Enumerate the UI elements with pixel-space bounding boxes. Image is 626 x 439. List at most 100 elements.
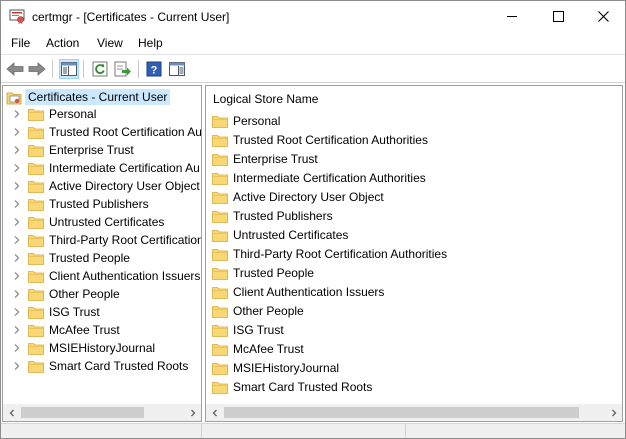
tree-item[interactable]: Trusted Publishers bbox=[3, 195, 149, 213]
scroll-left-button[interactable] bbox=[206, 404, 223, 421]
list-item[interactable]: McAfee Trust bbox=[212, 340, 304, 358]
chevron-right-icon[interactable] bbox=[12, 235, 22, 245]
results-pane[interactable]: Logical Store Name Personal Trusted Root … bbox=[205, 85, 623, 422]
tree-item[interactable]: Personal bbox=[3, 105, 96, 123]
folder-icon bbox=[212, 210, 228, 223]
chevron-right-icon[interactable] bbox=[12, 307, 22, 317]
scroll-right-button[interactable] bbox=[605, 404, 622, 421]
menu-help[interactable]: Help bbox=[138, 36, 163, 50]
status-segment bbox=[405, 424, 625, 438]
chevron-right-icon[interactable] bbox=[12, 163, 22, 173]
list-item[interactable]: Untrusted Certificates bbox=[212, 226, 348, 244]
scroll-right-button[interactable] bbox=[184, 404, 201, 421]
menu-action[interactable]: Action bbox=[46, 36, 79, 50]
chevron-right-icon[interactable] bbox=[12, 253, 22, 263]
svg-text:?: ? bbox=[151, 65, 158, 77]
tree-item[interactable]: Active Directory User Object bbox=[3, 177, 200, 195]
folder-icon bbox=[212, 172, 228, 185]
list-item[interactable]: Personal bbox=[212, 112, 280, 130]
list-item[interactable]: ISG Trust bbox=[212, 321, 284, 339]
tree-item[interactable]: Trusted People bbox=[3, 249, 130, 267]
list-item[interactable]: MSIEHistoryJournal bbox=[212, 359, 339, 377]
show-hide-console-tree-button[interactable] bbox=[59, 59, 79, 79]
list-item-label: ISG Trust bbox=[233, 323, 284, 337]
tree-item[interactable]: MSIEHistoryJournal bbox=[3, 339, 155, 357]
help-button[interactable]: ? bbox=[144, 59, 164, 79]
folder-icon bbox=[212, 381, 228, 394]
list-item[interactable]: Trusted People bbox=[212, 264, 314, 282]
tree-item[interactable]: Other People bbox=[3, 285, 120, 303]
folder-icon bbox=[28, 198, 44, 211]
folder-icon bbox=[28, 324, 44, 337]
menu-view[interactable]: View bbox=[97, 36, 123, 50]
tree-item[interactable]: McAfee Trust bbox=[3, 321, 120, 339]
chevron-right-icon[interactable] bbox=[12, 361, 22, 371]
list-item[interactable]: Smart Card Trusted Roots bbox=[212, 378, 372, 396]
list-item[interactable]: Client Authentication Issuers bbox=[212, 283, 384, 301]
tree-item[interactable]: Smart Card Trusted Roots bbox=[3, 357, 188, 375]
window-title: certmgr - [Certificates - Current User] bbox=[32, 10, 230, 24]
folder-icon bbox=[28, 144, 44, 157]
forward-button[interactable] bbox=[27, 59, 47, 79]
list-item[interactable]: Intermediate Certification Authorities bbox=[212, 169, 426, 187]
list-item[interactable]: Third-Party Root Certification Authoriti… bbox=[212, 245, 447, 263]
chevron-right-icon[interactable] bbox=[12, 289, 22, 299]
folder-icon bbox=[212, 267, 228, 280]
list-item[interactable]: Trusted Root Certification Authorities bbox=[212, 131, 428, 149]
close-button[interactable] bbox=[580, 1, 625, 32]
folder-icon bbox=[212, 305, 228, 318]
console-tree-pane[interactable]: Certificates - Current User Personal Trus… bbox=[2, 85, 202, 422]
export-list-button[interactable] bbox=[113, 59, 133, 79]
tree-item[interactable]: Untrusted Certificates bbox=[3, 213, 164, 231]
tree-item[interactable]: Trusted Root Certification Au bbox=[3, 123, 201, 141]
tree-item-label: Trusted Publishers bbox=[49, 197, 149, 211]
menu-file[interactable]: File bbox=[11, 36, 30, 50]
toolbar: ? bbox=[1, 55, 625, 83]
tree-item[interactable]: Intermediate Certification Au bbox=[3, 159, 200, 177]
folder-icon bbox=[28, 180, 44, 193]
scroll-left-button[interactable] bbox=[3, 404, 20, 421]
chevron-right-icon[interactable] bbox=[12, 127, 22, 137]
chevron-right-icon[interactable] bbox=[12, 217, 22, 227]
tree-item[interactable]: Third-Party Root Certification bbox=[3, 231, 201, 249]
folder-icon bbox=[28, 126, 44, 139]
maximize-button[interactable] bbox=[535, 1, 581, 32]
list-item[interactable]: Trusted Publishers bbox=[212, 207, 333, 225]
tree-root-item[interactable]: Certificates - Current User bbox=[6, 88, 171, 106]
chevron-right-icon[interactable] bbox=[12, 271, 22, 281]
list-item[interactable]: Other People bbox=[212, 302, 304, 320]
list-horizontal-scrollbar[interactable] bbox=[206, 404, 622, 421]
chevron-right-icon[interactable] bbox=[12, 145, 22, 155]
tree-item[interactable]: Client Authentication Issuers bbox=[3, 267, 200, 285]
certmgr-app-icon bbox=[9, 9, 25, 24]
show-hide-action-pane-icon bbox=[169, 62, 185, 76]
folder-icon bbox=[212, 134, 228, 147]
back-button[interactable] bbox=[5, 59, 25, 79]
minimize-button[interactable] bbox=[489, 1, 535, 32]
forward-arrow-icon bbox=[28, 62, 46, 76]
tree-item[interactable]: ISG Trust bbox=[3, 303, 100, 321]
tree-horizontal-scrollbar[interactable] bbox=[3, 404, 201, 421]
chevron-right-icon[interactable] bbox=[12, 109, 22, 119]
tree-item-label: ISG Trust bbox=[49, 305, 100, 319]
scroll-thumb[interactable] bbox=[21, 407, 144, 418]
list-item-label: MSIEHistoryJournal bbox=[233, 361, 340, 375]
chevron-right-icon[interactable] bbox=[12, 181, 22, 191]
folder-icon bbox=[212, 191, 228, 204]
list-item-label: Untrusted Certificates bbox=[233, 228, 349, 242]
scroll-thumb[interactable] bbox=[224, 407, 579, 418]
column-header-logical-store-name[interactable]: Logical Store Name bbox=[213, 92, 318, 106]
chevron-right-icon[interactable] bbox=[12, 325, 22, 335]
refresh-button[interactable] bbox=[90, 59, 110, 79]
list-item[interactable]: Active Directory User Object bbox=[212, 188, 384, 206]
list-item[interactable]: Enterprise Trust bbox=[212, 150, 318, 168]
folder-icon bbox=[212, 115, 228, 128]
chevron-right-icon[interactable] bbox=[12, 199, 22, 209]
title-bar[interactable]: certmgr - [Certificates - Current User] bbox=[1, 1, 625, 32]
show-hide-action-pane-button[interactable] bbox=[167, 59, 187, 79]
folder-icon bbox=[212, 153, 228, 166]
tree-item-label: McAfee Trust bbox=[49, 323, 120, 337]
tree-item[interactable]: Enterprise Trust bbox=[3, 141, 134, 159]
chevron-right-icon[interactable] bbox=[12, 343, 22, 353]
list-item-label: Trusted Publishers bbox=[233, 209, 333, 223]
